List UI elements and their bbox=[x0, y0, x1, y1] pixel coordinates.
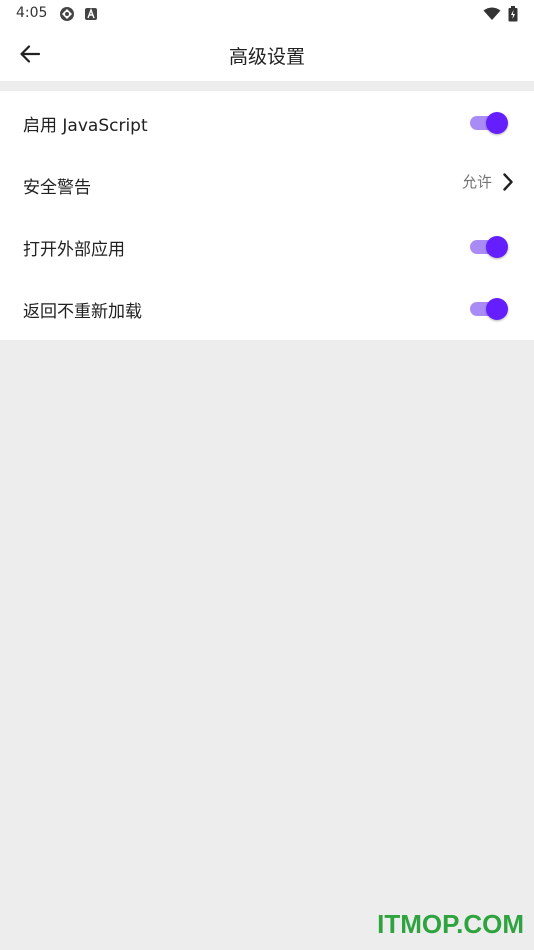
watermark: ITMOP.COM bbox=[377, 909, 524, 939]
status-time: 4:05 bbox=[16, 5, 48, 21]
javascript-toggle[interactable] bbox=[470, 111, 508, 135]
battery-icon bbox=[508, 6, 518, 26]
setting-label: 返回不重新加载 bbox=[23, 302, 142, 322]
setting-label: 安全警告 bbox=[23, 178, 91, 198]
chevron-right-icon bbox=[503, 172, 513, 191]
app-bar: 高级设置 bbox=[0, 26, 534, 81]
wifi-icon bbox=[483, 6, 501, 25]
setting-label: 打开外部应用 bbox=[23, 240, 125, 260]
status-bar: 4:05 bbox=[0, 0, 534, 26]
settings-list: 启用 JavaScript 安全警告 允许 打开外部应用 返回不重新加载 bbox=[0, 91, 534, 340]
setting-no-reload-on-back[interactable]: 返回不重新加载 bbox=[0, 277, 534, 339]
open-external-apps-toggle[interactable] bbox=[470, 235, 508, 259]
toggle-thumb bbox=[486, 236, 508, 258]
setting-javascript[interactable]: 启用 JavaScript bbox=[0, 91, 534, 153]
no-reload-on-back-toggle[interactable] bbox=[470, 297, 508, 321]
sync-icon bbox=[58, 6, 76, 26]
toggle-thumb bbox=[486, 112, 508, 134]
setting-security-warning[interactable]: 安全警告 允许 bbox=[0, 153, 534, 215]
security-warning-value[interactable]: 允许 bbox=[462, 171, 514, 192]
section-divider bbox=[0, 81, 534, 91]
setting-open-external-apps[interactable]: 打开外部应用 bbox=[0, 215, 534, 277]
setting-label: 启用 JavaScript bbox=[23, 116, 148, 136]
toggle-thumb bbox=[486, 298, 508, 320]
setting-value: 允许 bbox=[461, 173, 492, 191]
page-title: 高级设置 bbox=[228, 46, 305, 68]
keyboard-a-icon bbox=[84, 6, 98, 25]
